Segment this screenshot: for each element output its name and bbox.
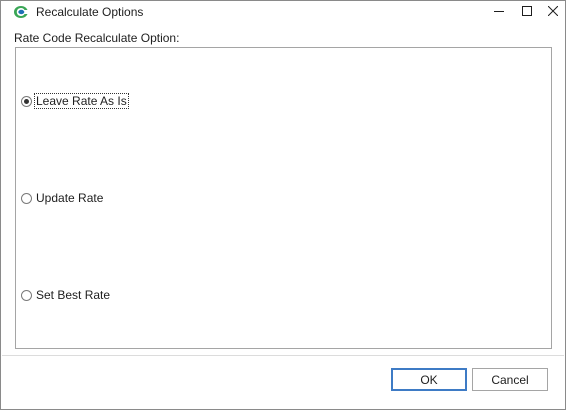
maximize-button[interactable] xyxy=(514,1,540,23)
group-label: Rate Code Recalculate Option: xyxy=(14,31,180,45)
close-icon xyxy=(547,5,559,19)
radio-set-best-rate[interactable]: Set Best Rate xyxy=(21,287,111,303)
window-title: Recalculate Options xyxy=(36,5,144,19)
radio-label[interactable]: Leave Rate As Is xyxy=(34,93,129,109)
rate-option-group: Leave Rate As Is Update Rate Set Best Ra… xyxy=(15,47,552,349)
minimize-icon xyxy=(494,5,504,19)
recalculate-options-dialog: Recalculate Options Rate Code Recalculat… xyxy=(0,0,566,410)
radio-label[interactable]: Update Rate xyxy=(35,191,104,205)
title-bar[interactable]: Recalculate Options xyxy=(1,1,565,23)
maximize-icon xyxy=(522,5,532,19)
radio-label[interactable]: Set Best Rate xyxy=(35,288,111,302)
radio-update-rate[interactable]: Update Rate xyxy=(21,190,104,206)
ok-button[interactable]: OK xyxy=(391,368,467,391)
minimize-button[interactable] xyxy=(486,1,512,23)
radio-button-checked[interactable] xyxy=(21,95,32,107)
close-button[interactable] xyxy=(540,1,566,23)
cancel-button[interactable]: Cancel xyxy=(472,368,548,391)
footer-divider xyxy=(2,355,564,356)
radio-button[interactable] xyxy=(21,289,32,301)
radio-button[interactable] xyxy=(21,192,32,204)
app-logo-icon xyxy=(13,5,29,19)
radio-leave-rate-as-is[interactable]: Leave Rate As Is xyxy=(21,93,129,109)
